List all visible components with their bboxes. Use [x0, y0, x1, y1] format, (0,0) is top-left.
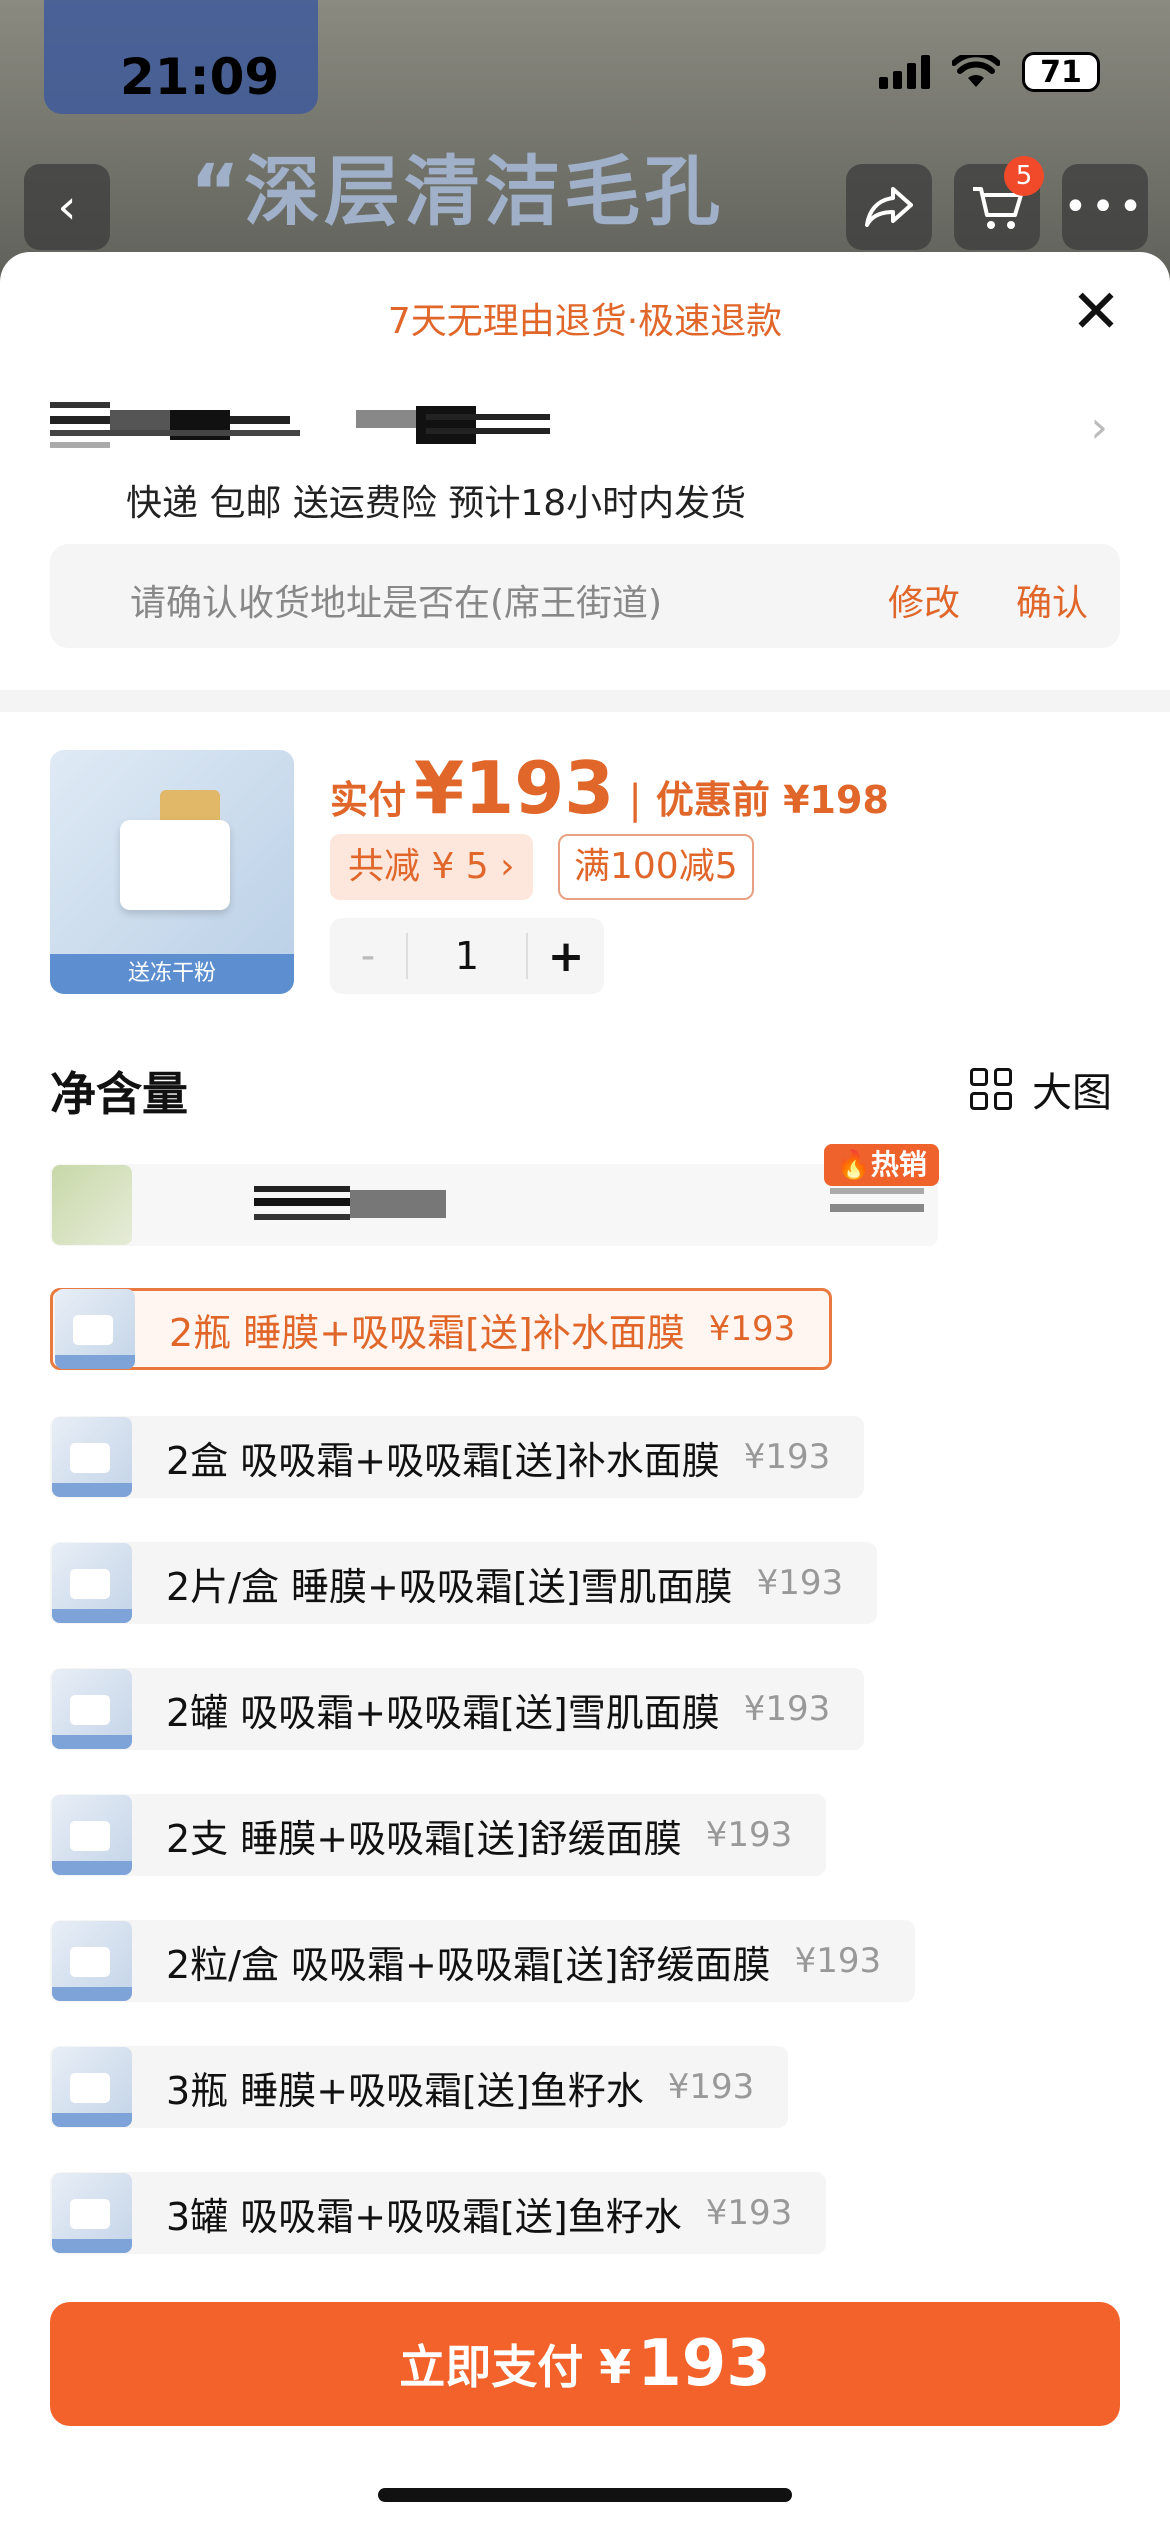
cart-button[interactable]: 5 [954, 156, 1044, 250]
option-label: 3瓶 睡膜+吸吸霜[送]鱼籽水 [166, 2068, 644, 2113]
option-price: ¥193 [743, 1437, 831, 1477]
option-thumbnail [55, 1289, 135, 1369]
close-button[interactable]: ✕ [1066, 282, 1126, 342]
option-price: ¥193 [705, 1815, 793, 1855]
option-item[interactable]: 2罐 吸吸霜+吸吸霜[送]雪肌面膜 ¥193 [50, 1668, 865, 1750]
option-item[interactable]: 2盒 吸吸霜+吸吸霜[送]补水面膜 ¥193 [50, 1416, 865, 1498]
option-thumbnail [52, 1165, 132, 1245]
option-thumbnail [52, 1543, 132, 1623]
option-item[interactable]: 3瓶 睡膜+吸吸霜[送]鱼籽水 ¥193 [50, 2046, 789, 2128]
close-icon: ✕ [1070, 277, 1122, 347]
price-value: ¥193 [414, 746, 615, 830]
option-thumbnail [52, 1921, 132, 2001]
battery-icon: 71 [1022, 52, 1100, 92]
option-thumbnail [52, 1669, 132, 1749]
large-view-toggle[interactable]: 大图 [970, 1060, 1112, 1118]
option-item[interactable]: 2粒/盒 吸吸霜+吸吸霜[送]舒缓面膜 ¥193 [50, 1920, 916, 2002]
option-label: 2粒/盒 吸吸霜+吸吸霜[送]舒缓面膜 [166, 1942, 771, 1987]
quantity-stepper: - 1 + [330, 918, 604, 994]
section-title: 净含量 [50, 1067, 188, 1121]
shipping-info: 快递 包邮 送运费险 预计18小时内发货 [126, 483, 747, 524]
banner-headline: “深层清洁毛孔 [190, 147, 724, 236]
option-item[interactable]: 2支 睡膜+吸吸霜[送]舒缓面膜 ¥193 [50, 1794, 827, 1876]
option-label: 3罐 吸吸霜+吸吸霜[送]鱼籽水 [166, 2194, 682, 2239]
status-icons: 71 [879, 52, 1100, 92]
increase-button[interactable]: + [528, 931, 604, 982]
quantity-value[interactable]: 1 [406, 933, 528, 979]
option-label: 2片/盒 睡膜+吸吸霜[送]雪肌面膜 [166, 1564, 733, 1609]
grid-icon [970, 1068, 1012, 1110]
option-item[interactable]: 3罐 吸吸霜+吸吸霜[送]鱼籽水 ¥193 [50, 2172, 827, 2254]
pay-now-button[interactable]: 立即支付 ¥ 193 [50, 2302, 1120, 2426]
option-thumbnail [52, 1795, 132, 1875]
share-button[interactable] [846, 164, 932, 250]
back-button[interactable]: ‹ [24, 164, 110, 250]
more-dots-icon: ••• [1063, 184, 1147, 230]
option-label: 2瓶 睡膜+吸吸霜[送]补水面膜 [169, 1310, 685, 1355]
share-icon [865, 187, 913, 227]
option-price: ¥193 [705, 2193, 793, 2233]
large-view-label: 大图 [1032, 1070, 1112, 1116]
option-price: ¥193 [756, 1563, 844, 1603]
home-indicator[interactable] [378, 2488, 792, 2502]
price-label: 实付 [330, 778, 407, 822]
price-separator: | [628, 777, 642, 823]
decrease-button[interactable]: - [330, 933, 406, 979]
address-confirm-text: 请确认收货地址是否在(席王街道) [130, 583, 663, 624]
option-thumbnail [52, 2047, 132, 2127]
coupon-tag: 满100减5 [558, 834, 754, 900]
option-price: ¥193 [708, 1309, 796, 1349]
option-label: 2罐 吸吸霜+吸吸霜[送]雪肌面膜 [166, 1690, 720, 1735]
option-price: ¥193 [667, 2067, 755, 2107]
status-time: 21:09 [120, 48, 280, 106]
section-divider [0, 690, 1170, 712]
more-button[interactable]: ••• [1062, 164, 1148, 250]
recipient-redacted[interactable] [50, 402, 550, 452]
original-price: 优惠前 ¥198 [655, 778, 889, 822]
cart-count-badge: 5 [1004, 156, 1044, 196]
chevron-right-icon[interactable]: › [1090, 402, 1108, 453]
option-thumbnail [52, 2173, 132, 2253]
option-price: ¥193 [743, 1689, 831, 1729]
return-guarantee-text: 7天无理由退货·极速退款 [387, 301, 783, 342]
option-thumbnail [52, 1417, 132, 1497]
product-image-tag: 送冻干粉 [50, 954, 294, 994]
option-label: 2支 睡膜+吸吸霜[送]舒缓面膜 [166, 1816, 682, 1861]
price-row: 实付 ¥193 | 优惠前 ¥198 [330, 746, 889, 830]
option-item[interactable]: 2片/盒 睡膜+吸吸霜[送]雪肌面膜 ¥193 [50, 1542, 878, 1624]
confirm-address-button[interactable]: 确认 [1016, 574, 1088, 626]
address-confirm-box: 请确认收货地址是否在(席王街道) 修改 确认 [50, 544, 1120, 648]
option-redacted[interactable] [50, 1164, 938, 1246]
hot-sale-badge: 🔥热销 [824, 1144, 939, 1186]
edit-address-button[interactable]: 修改 [888, 574, 960, 626]
signal-icon [879, 55, 930, 89]
chevron-left-icon: ‹ [57, 179, 77, 235]
product-image[interactable]: 送冻干粉 [50, 750, 294, 994]
pay-label: 立即支付 ¥ [399, 2340, 632, 2394]
discount-tag[interactable]: 共减 ¥ 5 › [330, 834, 533, 900]
option-label: 2盒 吸吸霜+吸吸霜[送]补水面膜 [166, 1438, 720, 1483]
option-price: ¥193 [794, 1941, 882, 1981]
option-item-selected[interactable]: 2瓶 睡膜+吸吸霜[送]补水面膜 ¥193 [50, 1288, 833, 1370]
pay-amount: 193 [637, 2327, 771, 2401]
wifi-icon [952, 55, 1000, 87]
